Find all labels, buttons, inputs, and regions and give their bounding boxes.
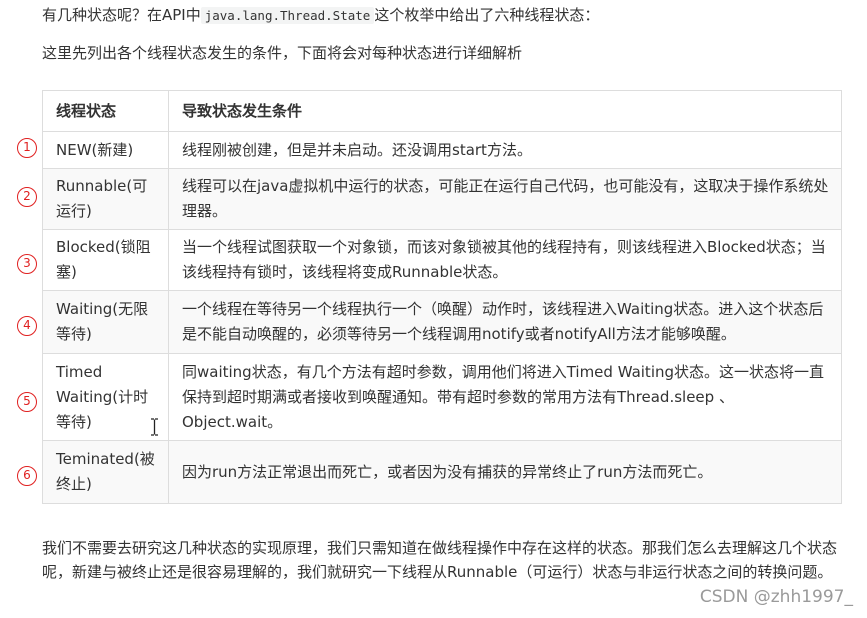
inline-code: java.lang.Thread.State xyxy=(200,7,375,24)
circled-number-marker: 3 xyxy=(17,254,37,274)
state-cell: Waiting(无限等待) xyxy=(42,290,169,354)
text-cursor-icon xyxy=(151,418,158,436)
condition-cell: 当一个线程试图获取一个对象锁，而该对象锁被其他的线程持有，则该线程进入Block… xyxy=(168,229,842,291)
intro-line-1: 有几种状态呢？在API中 java.lang.Thread.State 这个枚举中给… xyxy=(42,4,599,27)
table-header-row: 线程状态 导致状态发生条件 xyxy=(42,90,842,132)
csdn-watermark: CSDN @zhh1997_ xyxy=(699,587,853,607)
table-row: Blocked(锁阻塞) 当一个线程试图获取一个对象锁，而该对象锁被其他的线程持… xyxy=(42,229,842,291)
condition-cell: 线程刚被创建，但是并未启动。还没调用start方法。 xyxy=(168,131,842,169)
state-cell: Teminated(被终止) xyxy=(42,440,169,504)
circled-number-marker: 4 xyxy=(17,316,37,336)
table-row: Runnable(可运行) 线程可以在java虚拟机中运行的状态，可能正在运行自… xyxy=(42,168,842,230)
thread-state-table: 线程状态 导致状态发生条件 NEW(新建) 线程刚被创建，但是并未启动。还没调用… xyxy=(42,90,842,504)
intro-text-after: 这个枚举中给出了六种线程状态： xyxy=(374,6,600,24)
circled-number-marker: 5 xyxy=(17,392,37,412)
state-cell: NEW(新建) xyxy=(42,131,169,169)
intro-text-before: 有几种状态呢？在API中 xyxy=(42,6,201,24)
table-row: NEW(新建) 线程刚被创建，但是并未启动。还没调用start方法。 xyxy=(42,131,842,169)
circled-number-marker: 2 xyxy=(17,187,37,207)
table-row: Timed Waiting(计时等待) 同waiting状态，有几个方法有超时参… xyxy=(42,353,842,441)
condition-cell: 因为run方法正常退出而死亡，或者因为没有捕获的异常终止了run方法而死亡。 xyxy=(168,440,842,504)
condition-cell: 线程可以在java虚拟机中运行的状态，可能正在运行自己代码，也可能没有，这取决于… xyxy=(168,168,842,230)
state-cell: Blocked(锁阻塞) xyxy=(42,229,169,291)
table-row: Waiting(无限等待) 一个线程在等待另一个线程执行一个（唤醒）动作时，该线… xyxy=(42,290,842,354)
outro-paragraph: 我们不需要去研究这几种状态的实现原理，我们只需知道在做线程操作中存在这样的状态。… xyxy=(42,539,838,581)
intro-line-2: 这里先列出各个线程状态发生的条件，下面将会对每种状态进行详细解析 xyxy=(42,44,523,62)
condition-cell: 一个线程在等待另一个线程执行一个（唤醒）动作时，该线程进入Waiting状态。进… xyxy=(168,290,842,354)
circled-number-marker: 6 xyxy=(17,466,37,486)
circled-number-marker: 1 xyxy=(17,138,37,158)
header-state: 线程状态 xyxy=(42,90,169,132)
table-row: Teminated(被终止) 因为run方法正常退出而死亡，或者因为没有捕获的异… xyxy=(42,440,842,504)
header-condition: 导致状态发生条件 xyxy=(168,90,842,132)
state-cell: Runnable(可运行) xyxy=(42,168,169,230)
condition-cell: 同waiting状态，有几个方法有超时参数，调用他们将进入Timed Waiti… xyxy=(168,353,842,441)
